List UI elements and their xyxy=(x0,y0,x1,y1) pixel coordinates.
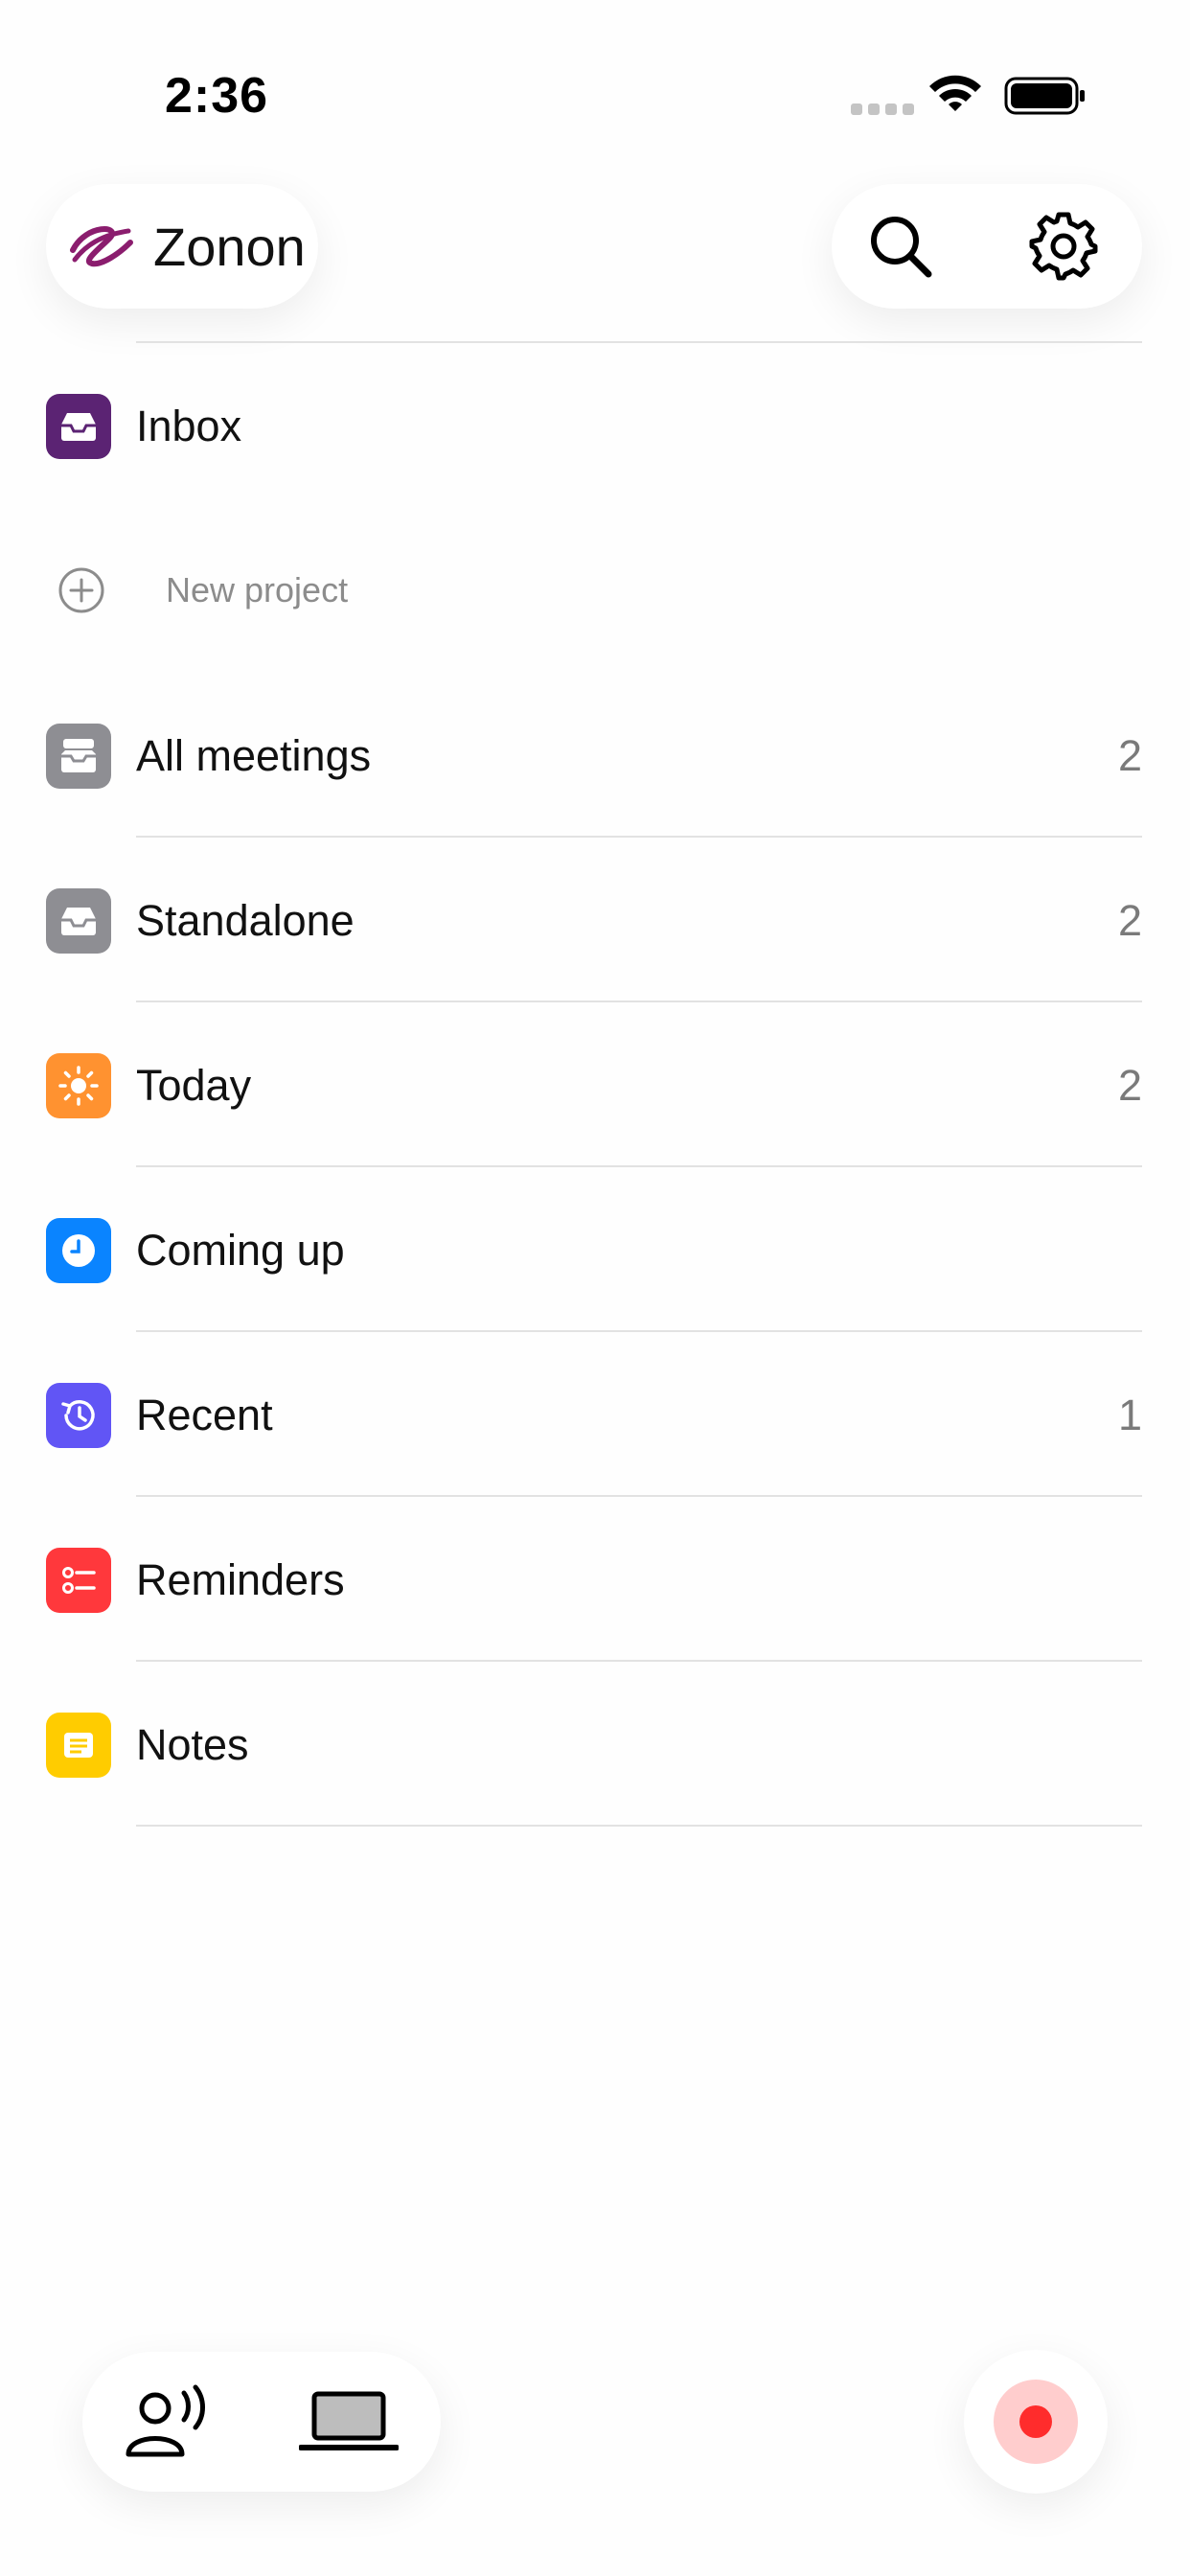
sun-icon xyxy=(46,1053,111,1118)
list-item-label: All meetings xyxy=(136,731,372,780)
list-item-notes[interactable]: Notes xyxy=(46,1662,1142,1827)
archive-tray-icon xyxy=(46,724,111,789)
app-brand-button[interactable]: Zonon xyxy=(46,184,318,309)
inbox-label: Inbox xyxy=(136,402,242,450)
record-icon xyxy=(994,2380,1078,2464)
checklist-icon xyxy=(46,1548,111,1613)
list-item-label: Coming up xyxy=(136,1226,345,1275)
list-item-all-meetings[interactable]: All meetings 2 xyxy=(46,673,1142,838)
settings-button[interactable] xyxy=(1025,208,1102,285)
record-dot xyxy=(1019,2405,1052,2438)
cellular-signal-icon xyxy=(851,104,914,115)
plus-circle-icon xyxy=(58,567,104,613)
note-icon xyxy=(46,1713,111,1778)
app-name: Zonon xyxy=(153,216,306,277)
header-actions xyxy=(832,184,1142,309)
tray-icon xyxy=(46,888,111,954)
clock-icon xyxy=(46,1218,111,1283)
list-item-count: 2 xyxy=(1117,731,1142,780)
list-item-count: 1 xyxy=(1117,1391,1142,1439)
new-project-label: New project xyxy=(166,570,349,610)
battery-icon xyxy=(1004,77,1085,115)
row-divider xyxy=(136,1825,1142,1827)
search-icon xyxy=(871,217,932,278)
list-item-label: Recent xyxy=(136,1391,273,1439)
list-item-count: 2 xyxy=(1117,1061,1142,1110)
history-icon xyxy=(46,1383,111,1448)
inbox-row[interactable]: Inbox xyxy=(46,343,1142,508)
list-item-recent[interactable]: Recent 1 xyxy=(46,1332,1142,1497)
bottom-toolbar xyxy=(82,2352,441,2492)
list-item-label: Standalone xyxy=(136,896,355,945)
record-button[interactable] xyxy=(964,2350,1108,2494)
laptop-icon[interactable] xyxy=(299,2388,399,2455)
app-logo-icon xyxy=(70,226,133,267)
status-time: 2:36 xyxy=(165,68,269,124)
list-item-standalone[interactable]: Standalone 2 xyxy=(46,838,1142,1002)
list-item-label: Today xyxy=(136,1061,252,1110)
list-item-label: Reminders xyxy=(136,1555,345,1604)
list-item-label: Notes xyxy=(136,1720,249,1769)
inbox-icon xyxy=(46,394,111,459)
list-item-reminders[interactable]: Reminders xyxy=(46,1497,1142,1662)
list-item-coming-up[interactable]: Coming up xyxy=(46,1167,1142,1332)
list-item-today[interactable]: Today 2 xyxy=(46,1002,1142,1167)
list-item-count: 2 xyxy=(1117,896,1142,945)
voice-person-icon[interactable] xyxy=(123,2383,209,2460)
new-project-button[interactable]: New project xyxy=(46,508,1142,673)
search-button[interactable] xyxy=(862,208,939,285)
gear-icon xyxy=(1029,212,1098,281)
wifi-icon xyxy=(929,75,981,111)
status-bar: 2:36 xyxy=(0,0,1190,172)
